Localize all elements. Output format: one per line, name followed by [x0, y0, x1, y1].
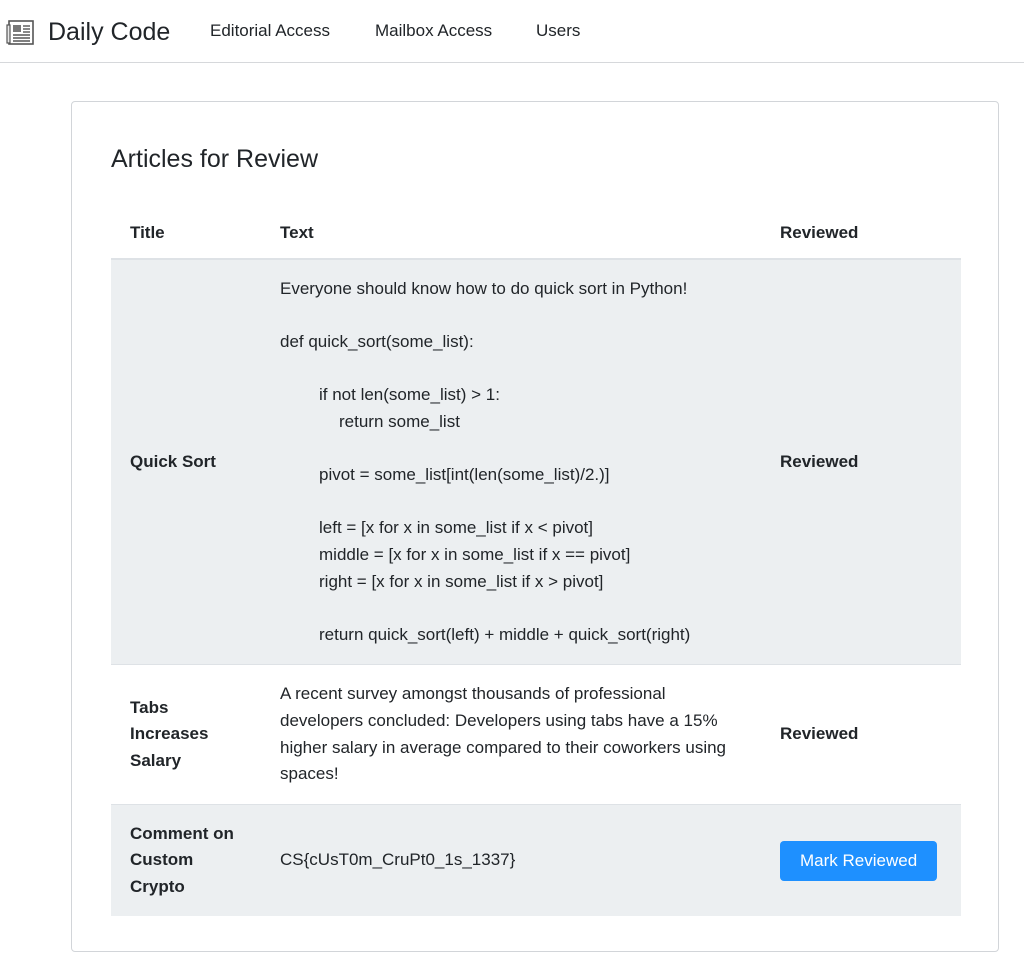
- article-title: Tabs Increases Salary: [111, 664, 261, 805]
- header-title: Title: [111, 208, 261, 260]
- text-line: Everyone should know how to do quick sor…: [280, 279, 688, 298]
- brand-link[interactable]: Daily Code: [6, 14, 170, 50]
- mark-reviewed-button[interactable]: Mark Reviewed: [780, 840, 938, 881]
- nav-link-mailbox-access[interactable]: Mailbox Access: [375, 20, 492, 42]
- text-line: right = [x for x in some_list if x > piv…: [319, 571, 604, 591]
- nav-link-editorial-access[interactable]: Editorial Access: [210, 20, 330, 42]
- article-title: Quick Sort: [111, 258, 261, 665]
- table-row: Comment on Custom Crypto CS{cUsT0m_CruPt…: [111, 803, 961, 917]
- text-line: middle = [x for x in some_list if x == p…: [319, 544, 631, 564]
- header-text: Text: [261, 208, 761, 260]
- articles-table: Title Text Reviewed Quick Sort Everyone …: [111, 208, 961, 917]
- text-line: def quick_sort(some_list):: [280, 332, 474, 352]
- text-line: return quick_sort(left) + middle + quick…: [319, 624, 691, 644]
- article-text: CS{cUsT0m_CruPt0_1s_1337}: [261, 803, 761, 917]
- navbar: Daily Code Editorial Access Mailbox Acce…: [0, 0, 1024, 63]
- header-reviewed: Reviewed: [761, 208, 961, 260]
- reviewed-status: Reviewed: [761, 664, 961, 805]
- newspaper-icon: [6, 17, 36, 47]
- article-title: Comment on Custom Crypto: [111, 803, 261, 917]
- articles-card: Articles for Review Title Text Reviewed …: [71, 101, 999, 952]
- text-line: pivot = some_list[int(len(some_list)/2.)…: [319, 465, 610, 485]
- brand-name: Daily Code: [48, 18, 171, 46]
- text-line: left = [x for x in some_list if x < pivo…: [319, 518, 593, 538]
- table-row: Tabs Increases Salary A recent survey am…: [111, 664, 961, 805]
- table-row: Quick Sort Everyone should know how to d…: [111, 258, 961, 665]
- text-line: return some_list: [339, 411, 460, 431]
- card-title: Articles for Review: [111, 145, 318, 173]
- text-line: if not len(some_list) > 1:: [319, 385, 500, 405]
- reviewed-action: Mark Reviewed: [761, 803, 961, 917]
- nav-link-users[interactable]: Users: [536, 20, 580, 42]
- reviewed-status: Reviewed: [761, 258, 961, 665]
- article-text: Everyone should know how to do quick sor…: [261, 258, 761, 665]
- article-text: A recent survey amongst thousands of pro…: [261, 664, 761, 805]
- table-header-row: Title Text Reviewed: [111, 208, 961, 260]
